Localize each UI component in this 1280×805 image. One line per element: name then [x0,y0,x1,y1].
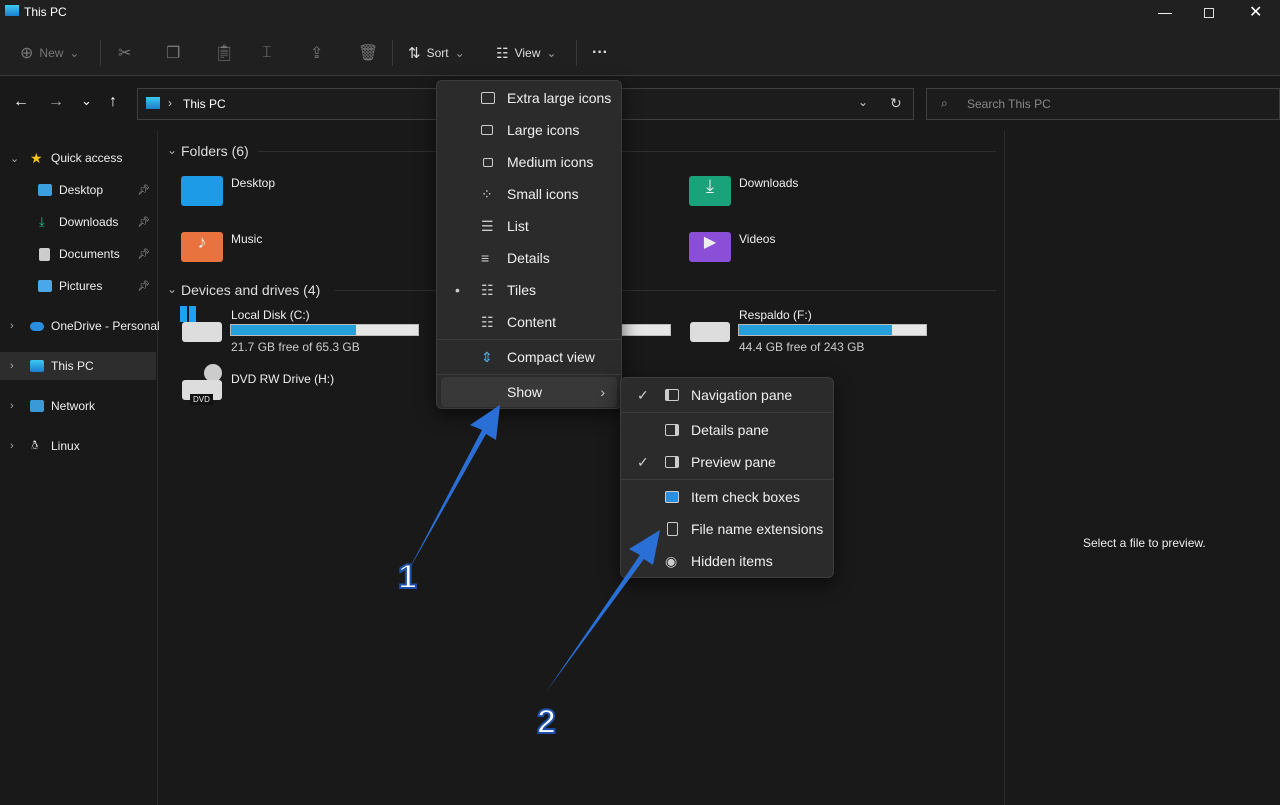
arrow-1 [406,405,500,575]
annotation-number-2: 2 [536,702,557,742]
annotation-number-1: 1 [397,557,418,597]
annotation-arrows [406,405,660,692]
arrow-2 [546,530,660,692]
